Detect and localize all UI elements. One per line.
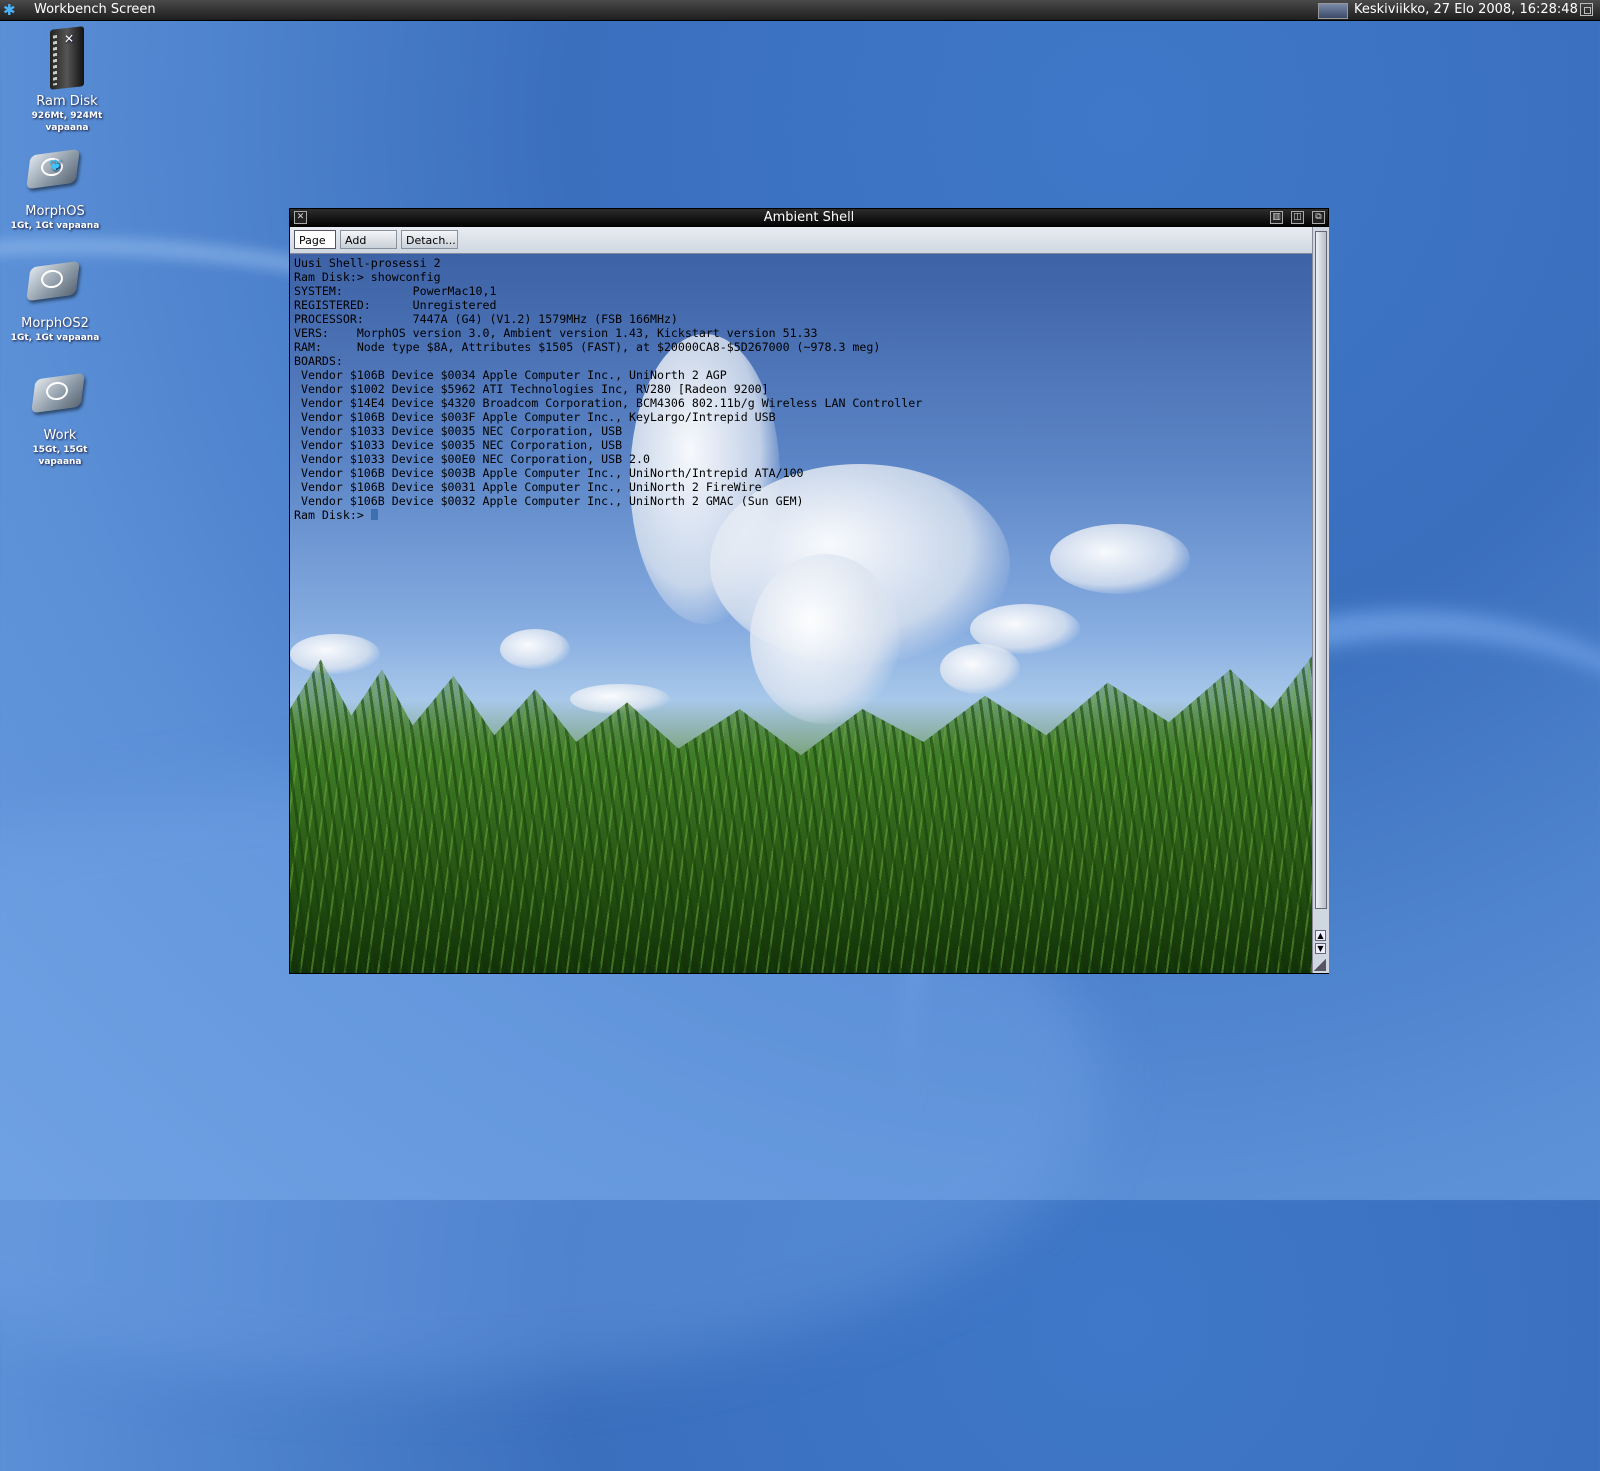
window-title: Ambient Shell: [763, 210, 855, 225]
depth-icon[interactable]: ⧉: [1312, 211, 1325, 224]
window-titlebar[interactable]: Ambient Shell ✕ ▥ ◫ ⧉: [290, 209, 1328, 227]
cpu-meter-icon: [1318, 3, 1348, 19]
ambient-shell-window[interactable]: Ambient Shell ✕ ▥ ◫ ⧉ Page 1 Add page De…: [289, 208, 1329, 974]
morphos-butterfly-icon[interactable]: ✱: [3, 1, 27, 19]
hard-disk-icon: [26, 258, 83, 304]
hard-disk-icon: [31, 370, 88, 416]
icon-capacity: 15Gt, 15Gt vapaana: [32, 445, 88, 467]
desktop-icon-morphos2[interactable]: MorphOS2 1Gt, 1Gt vapaana: [10, 258, 100, 344]
desktop-icon-work[interactable]: Work 15Gt, 15Gt vapaana: [10, 370, 110, 468]
icon-capacity: 926Mt, 924Mt vapaana: [31, 111, 103, 133]
text-cursor: [370, 509, 378, 520]
tab-page-1[interactable]: Page 1: [294, 230, 336, 266]
resize-handle[interactable]: [1314, 959, 1326, 971]
icon-capacity: 1Gt, 1Gt vapaana: [10, 333, 100, 343]
screen-title: Workbench Screen: [34, 2, 156, 17]
zoom-icon[interactable]: ◫: [1291, 211, 1304, 224]
icon-capacity: 1Gt, 1Gt vapaana: [10, 221, 100, 231]
close-icon[interactable]: ✕: [294, 211, 307, 224]
scroll-down-icon[interactable]: ▼: [1315, 943, 1326, 954]
desktop-icon-ram-disk[interactable]: Ram Disk 926Mt, 924Mt vapaana: [10, 26, 124, 134]
add-page-button[interactable]: Add page: [340, 230, 397, 266]
icon-label: MorphOS: [25, 204, 85, 219]
hard-disk-icon: ❦: [26, 146, 83, 192]
icon-label: Work: [43, 428, 77, 443]
command-output: Uusi Shell-prosessi 2 Ram Disk:> showcon…: [294, 256, 923, 508]
screen-depth-icon[interactable]: [1580, 3, 1593, 16]
icon-label: Ram Disk: [36, 94, 98, 109]
desktop-icon-morphos[interactable]: ❦ MorphOS 1Gt, 1Gt vapaana: [10, 146, 100, 232]
shell-console[interactable]: Uusi Shell-prosessi 2 Ram Disk:> showcon…: [290, 254, 1312, 973]
detach-button[interactable]: Detach...: [401, 230, 458, 249]
shell-prompt: Ram Disk:>: [294, 508, 371, 522]
clock: Keskiviikko, 27 Elo 2008, 16:28:48: [1354, 2, 1578, 17]
ram-disk-icon: [50, 26, 84, 90]
scrollbar-thumb[interactable]: [1315, 231, 1327, 909]
scroll-up-icon[interactable]: ▲: [1315, 930, 1326, 941]
vertical-scrollbar[interactable]: ▲ ▼: [1312, 227, 1329, 973]
shell-tabbar: Page 1 Add page Detach...: [290, 227, 1312, 266]
icon-label: MorphOS2: [21, 316, 89, 331]
iconify-icon[interactable]: ▥: [1270, 211, 1283, 224]
workbench-menubar: ✱ Workbench Screen Keskiviikko, 27 Elo 2…: [0, 0, 1600, 21]
shell-output: Uusi Shell-prosessi 2 Ram Disk:> showcon…: [294, 256, 922, 522]
